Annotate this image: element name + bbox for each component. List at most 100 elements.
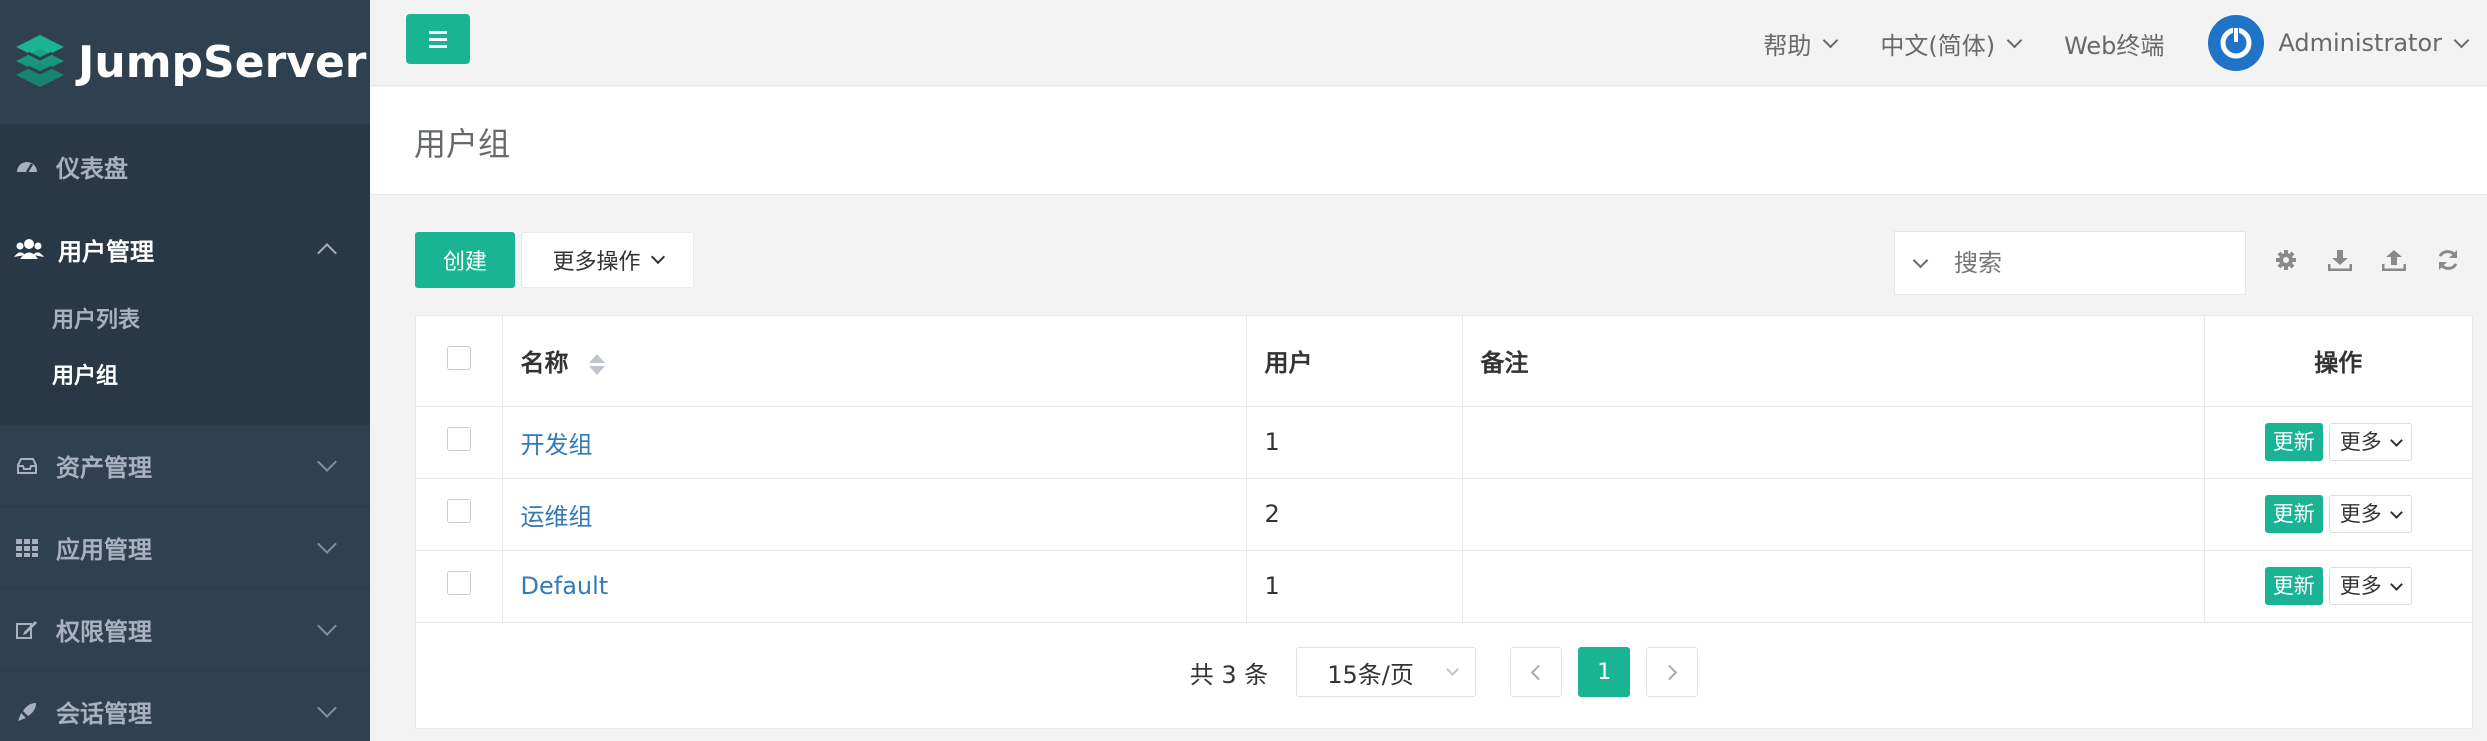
chevron-down-icon [317,534,337,554]
page-number-button[interactable]: 1 [1578,647,1631,697]
inbox-icon [14,453,40,479]
group-users-count: 1 [1246,550,1463,623]
table-tools [2272,246,2462,274]
page-title: 用户组 [414,125,511,163]
web-terminal-label: Web终端 [2064,31,2165,60]
dashboard-icon [14,154,40,180]
sidebar-item-session-management[interactable]: 会话管理 [0,670,370,741]
logo-text: JumpServer [78,36,367,88]
upload-icon[interactable] [2380,246,2408,274]
language-menu[interactable]: 中文(简体) [1880,26,2023,61]
apps-grid-icon [14,535,40,561]
chevron-down-icon [650,249,665,265]
chevron-down-icon [317,452,337,472]
total-count: 共 3 条 [1189,660,1269,689]
top-navbar: 帮助 中文(简体) Web终端 Administrator [370,0,2487,86]
avatar [2208,15,2265,71]
sidebar-subitem-user-list[interactable]: 用户列表 [0,290,370,346]
next-page-button[interactable] [1646,647,1699,697]
user-menu[interactable]: Administrator [2208,15,2470,71]
column-actions: 操作 [2204,316,2472,407]
sidebar-item-label: 会话管理 [56,700,152,728]
more-actions-label: 更多操作 [552,250,641,275]
logo[interactable]: JumpServer [0,0,370,124]
table-row: 运维组 2 更新 更多 [416,478,2472,551]
row-checkbox[interactable] [446,499,471,523]
group-users-count: 1 [1246,406,1463,479]
update-button[interactable]: 更新 [2264,495,2323,533]
row-checkbox[interactable] [446,571,471,595]
chevron-up-icon [317,243,337,263]
sidebar-item-label: 资产管理 [56,454,152,482]
chevron-down-icon [2453,32,2470,48]
row-checkbox[interactable] [446,427,471,451]
table-row: 开发组 1 更新 更多 [416,406,2472,479]
help-label: 帮助 [1763,31,1812,60]
settings-icon[interactable] [2272,246,2300,274]
table-header-row: 名称 用户 备注 操作 [416,316,2472,407]
column-name[interactable]: 名称 [502,316,1247,407]
sidebar-subitem-user-groups[interactable]: 用户组 [0,346,370,402]
hamburger-icon [429,30,447,34]
sidebar-item-label: 用户管理 [58,237,154,266]
page-header: 用户组 [370,87,2487,195]
chevron-down-icon[interactable] [1912,252,1929,268]
sort-icon[interactable] [588,353,605,375]
sidebar-item-user-management[interactable]: 用户管理 [0,208,370,290]
chevron-left-icon [1530,664,1547,680]
chevron-down-icon [2389,506,2403,519]
download-icon[interactable] [2326,246,2354,274]
username-label: Administrator [2278,29,2442,57]
chevron-down-icon [317,616,337,636]
more-button[interactable]: 更多 [2328,495,2412,533]
group-users-count: 2 [1246,478,1463,551]
sidebar-item-dashboard[interactable]: 仪表盘 [0,124,370,208]
help-menu[interactable]: 帮助 [1763,26,1839,61]
edit-icon [14,617,40,643]
group-comment [1462,406,2205,479]
prev-page-button[interactable] [1510,647,1563,697]
language-label: 中文(简体) [1880,31,1996,60]
users-icon [14,236,44,262]
sidebar-toggle-button[interactable] [406,14,470,64]
group-comment [1462,550,2205,623]
chevron-down-icon [2389,434,2403,447]
more-button[interactable]: 更多 [2328,567,2412,605]
select-all-checkbox[interactable] [446,345,471,370]
more-button[interactable]: 更多 [2328,423,2412,461]
sidebar-item-app-management[interactable]: 应用管理 [0,506,370,588]
table-row: Default 1 更新 更多 [416,550,2472,623]
group-name-link[interactable]: Default [521,572,609,600]
page-size-select[interactable]: 15条/页 [1296,647,1477,697]
chevron-down-icon [317,698,337,718]
update-button[interactable]: 更新 [2264,423,2323,461]
search-input[interactable] [1954,249,2194,277]
pagination: 共 3 条 15条/页 1 [416,646,2472,698]
sidebar-item-label: 权限管理 [56,618,152,646]
column-users: 用户 [1246,316,1463,407]
sidebar-item-permission-management[interactable]: 权限管理 [0,588,370,670]
chevron-right-icon [1661,664,1678,680]
sidebar: JumpServer 仪表盘 用户管理 用户列表 用户组 资产管理 应用管理 权… [0,0,370,741]
search-box[interactable] [1894,231,2246,295]
user-group-table: 名称 用户 备注 操作 开发组 1 更新 更多 运维组 2 更新 更多 Defa… [415,315,2473,729]
create-button[interactable]: 创建 [415,232,515,288]
jumpserver-logo-icon [14,33,66,91]
chevron-down-icon [2389,578,2403,591]
column-comment: 备注 [1462,316,2205,407]
chevron-down-icon [1446,663,1460,676]
group-name-link[interactable]: 运维组 [521,503,593,531]
more-actions-button[interactable]: 更多操作 [521,232,694,288]
column-name-label: 名称 [520,349,569,378]
sidebar-item-asset-management[interactable]: 资产管理 [0,424,370,506]
rocket-icon [14,699,40,725]
page-size-label: 15条/页 [1327,660,1414,689]
sidebar-group-user-management: 用户管理 用户列表 用户组 [0,208,370,424]
sidebar-item-label: 仪表盘 [56,155,128,183]
update-button[interactable]: 更新 [2264,567,2323,605]
group-comment [1462,478,2205,551]
chevron-down-icon [2006,32,2023,48]
refresh-icon[interactable] [2434,246,2462,274]
web-terminal-link[interactable]: Web终端 [2064,26,2164,61]
group-name-link[interactable]: 开发组 [521,431,593,459]
